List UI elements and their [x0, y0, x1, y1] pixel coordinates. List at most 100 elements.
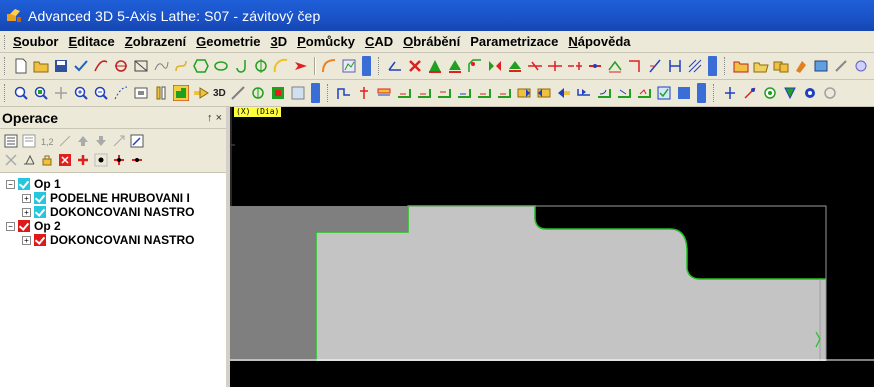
folder-open-icon[interactable]	[753, 58, 769, 74]
lathe-op-17-icon[interactable]	[656, 85, 672, 101]
3d-tool-icon[interactable]	[230, 85, 246, 101]
expand-icon[interactable]: +	[22, 207, 31, 217]
delete-icon[interactable]	[4, 153, 18, 167]
menu-soubor[interactable]: Soubor	[13, 34, 59, 49]
tree-node-finishing-1[interactable]: + DOKONCOVANI NASTRO	[6, 205, 226, 219]
zoom-window-icon[interactable]	[33, 85, 49, 101]
lathe-op-1-icon[interactable]	[336, 85, 352, 101]
lathe-op-7-icon[interactable]	[456, 85, 472, 101]
move-down-icon[interactable]	[94, 134, 108, 148]
sim-3-icon[interactable]	[762, 85, 778, 101]
graphics-viewport[interactable]: (X) (Dia)	[230, 107, 874, 387]
remove-red-icon[interactable]	[58, 153, 72, 167]
spline-icon[interactable]	[153, 58, 169, 74]
extend-icon[interactable]	[547, 58, 563, 74]
toolbar-overflow-chevron[interactable]	[310, 83, 320, 103]
lathe-op-11-icon[interactable]	[536, 85, 552, 101]
curve-icon[interactable]	[173, 58, 189, 74]
checkbox-icon[interactable]	[18, 220, 30, 232]
menu-grip[interactable]	[4, 34, 7, 49]
save-icon[interactable]	[53, 58, 69, 74]
list-alt-icon[interactable]	[22, 134, 36, 148]
add-red-icon[interactable]	[76, 153, 90, 167]
tool-icon[interactable]	[833, 58, 849, 74]
menu-geometrie[interactable]: Geometrie	[196, 34, 260, 49]
pan-icon[interactable]	[53, 85, 69, 101]
arrow-right-icon[interactable]	[293, 58, 309, 74]
bar-icon[interactable]	[153, 85, 169, 101]
play-tool-icon[interactable]	[193, 85, 209, 101]
chart-icon[interactable]	[341, 58, 357, 74]
curve-orange-icon[interactable]	[321, 58, 337, 74]
lathe-op-12-icon[interactable]	[556, 85, 572, 101]
toolbar-overflow-chevron[interactable]	[362, 56, 371, 76]
new-file-icon[interactable]	[13, 58, 29, 74]
menu-3d[interactable]: 3D	[271, 34, 288, 49]
offset-icon[interactable]	[607, 58, 623, 74]
menu-pomucky[interactable]: Pomůcky	[297, 34, 355, 49]
sim-1-icon[interactable]	[722, 85, 738, 101]
menu-napoveda[interactable]: Nápověda	[568, 34, 630, 49]
rect-cross-icon[interactable]	[133, 58, 149, 74]
tree-node-finishing-2[interactable]: + DOKONCOVANI NASTRO	[6, 233, 226, 247]
lathe-op-13-icon[interactable]	[576, 85, 592, 101]
move-up-icon[interactable]	[76, 134, 90, 148]
checkbox-icon[interactable]	[34, 192, 46, 204]
delete-x-icon[interactable]	[407, 58, 423, 74]
chamfer-icon[interactable]	[467, 58, 483, 74]
sort-icon[interactable]	[112, 134, 126, 148]
edit-icon[interactable]	[130, 134, 144, 148]
menu-obrabeni[interactable]: Obrábění	[403, 34, 460, 49]
mirror-icon[interactable]	[487, 58, 503, 74]
lathe-op-3-icon[interactable]	[376, 85, 392, 101]
sim-5-icon[interactable]	[802, 85, 818, 101]
lock-icon[interactable]	[40, 153, 54, 167]
zoom-icon[interactable]	[13, 85, 29, 101]
toolbar-grip[interactable]	[4, 57, 7, 75]
sim-6-icon[interactable]	[822, 85, 838, 101]
part-view-icon[interactable]	[173, 85, 189, 101]
renumber-icon[interactable]	[58, 134, 72, 148]
lathe-op-5-icon[interactable]	[416, 85, 432, 101]
collapse-icon[interactable]: −	[6, 179, 15, 189]
checkbox-icon[interactable]	[34, 234, 46, 246]
dimension-icon[interactable]	[667, 58, 683, 74]
add-black-icon[interactable]	[112, 153, 126, 167]
toolbar-grip[interactable]	[326, 84, 330, 102]
ellipse-icon[interactable]	[213, 58, 229, 74]
numbering-icon[interactable]: 1,2	[40, 134, 54, 148]
wireframe-icon[interactable]	[290, 85, 306, 101]
lathe-op-9-icon[interactable]	[496, 85, 512, 101]
lathe-op-10-icon[interactable]	[516, 85, 532, 101]
lathe-op-15-icon[interactable]	[616, 85, 632, 101]
measure-tool-icon[interactable]	[22, 153, 36, 167]
collapse-icon[interactable]: −	[6, 221, 15, 231]
menu-zobrazeni[interactable]: Zobrazení	[125, 34, 186, 49]
arc-icon[interactable]	[93, 58, 109, 74]
menu-editace[interactable]: Editace	[69, 34, 115, 49]
menu-cad[interactable]: CAD	[365, 34, 393, 49]
shade-icon[interactable]	[270, 85, 286, 101]
expand-icon[interactable]: +	[22, 193, 31, 203]
hatch-icon[interactable]	[687, 58, 703, 74]
add-dot-icon[interactable]	[130, 153, 144, 167]
toolbar-grip[interactable]	[724, 57, 727, 75]
paint-icon[interactable]	[793, 58, 809, 74]
checkbox-icon[interactable]	[18, 178, 30, 190]
menu-parametrizace[interactable]: Parametrizace	[470, 34, 558, 49]
measure-icon[interactable]	[387, 58, 403, 74]
hook-icon[interactable]	[233, 58, 249, 74]
triangle-up-icon[interactable]	[427, 58, 443, 74]
sim-2-icon[interactable]	[742, 85, 758, 101]
open-folder-icon[interactable]	[33, 58, 49, 74]
lathe-op-2-icon[interactable]	[356, 85, 372, 101]
triangle-up-3-icon[interactable]	[507, 58, 523, 74]
zoom-out-icon[interactable]	[93, 85, 109, 101]
toolbar-overflow-chevron[interactable]	[696, 83, 706, 103]
misc-tool-icon[interactable]	[853, 58, 869, 74]
crosshair-circle-icon[interactable]	[253, 58, 269, 74]
lathe-op-14-icon[interactable]	[596, 85, 612, 101]
lathe-op-4-icon[interactable]	[396, 85, 412, 101]
slash-icon[interactable]	[647, 58, 663, 74]
toolbar-grip[interactable]	[712, 84, 716, 102]
